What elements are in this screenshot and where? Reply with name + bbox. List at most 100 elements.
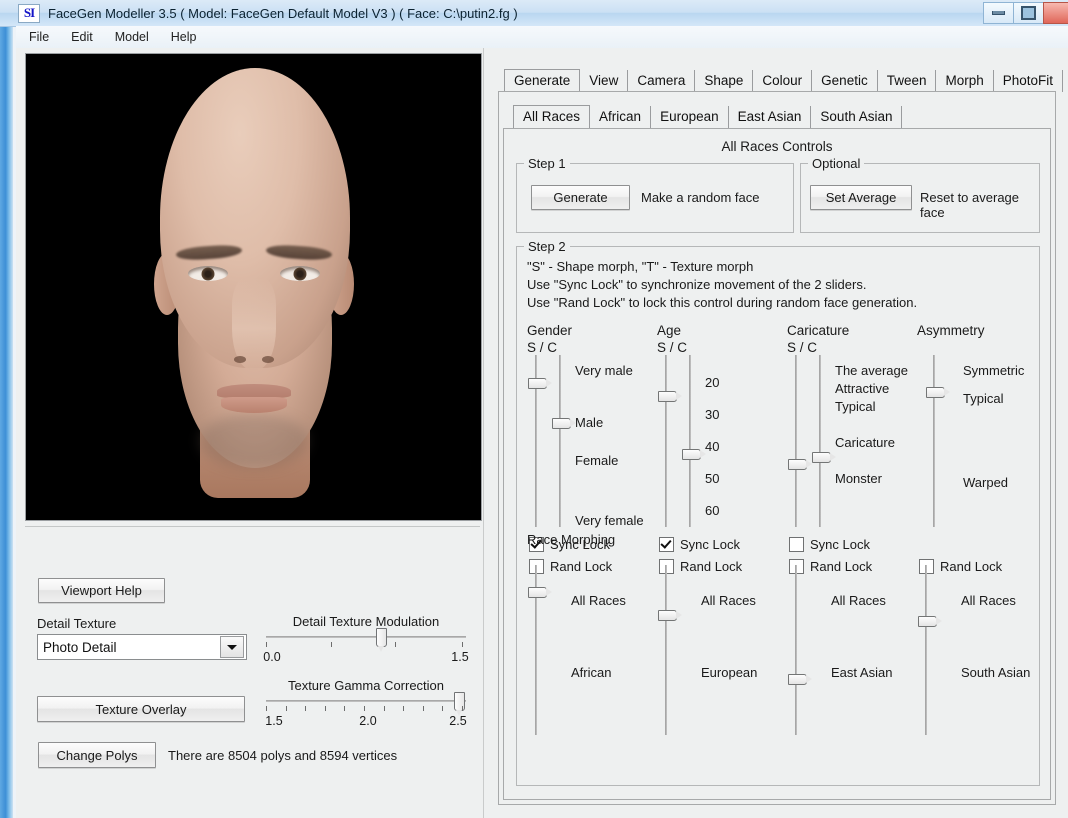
- race-tab-all-races[interactable]: All Races: [513, 105, 591, 128]
- detail-texture-label: Detail Texture: [37, 616, 117, 631]
- slider-race-south-asian[interactable]: [918, 565, 942, 735]
- slider-gender-colour[interactable]: [552, 355, 576, 527]
- app-logo-icon: SI: [18, 3, 40, 23]
- viewport-help-button[interactable]: Viewport Help: [38, 578, 165, 603]
- slider-scale-label-asymmetry-0: Symmetric: [963, 363, 1025, 378]
- detail-texture-modulation-track[interactable]: [266, 628, 466, 652]
- slider-age-shape[interactable]: [658, 355, 682, 527]
- slider-scale-label-caricature-0: The average: [835, 363, 908, 378]
- rand-lock-label: Rand Lock: [550, 559, 613, 574]
- polygon-count-info: There are 8504 polys and 8594 vertices: [168, 748, 398, 763]
- slider-track: [559, 355, 561, 527]
- main-tab-strip: Generate View Camera Shape Colour Genetic Twee…: [504, 68, 1064, 92]
- menu-bar: File Edit Model Help: [16, 26, 1068, 49]
- set-average-button[interactable]: Set Average: [810, 185, 912, 210]
- minimize-icon: [992, 11, 1005, 15]
- slider-track: [819, 355, 821, 527]
- tick-mark: [364, 706, 365, 711]
- tick-mark: [330, 642, 332, 647]
- slider-caricature-shape[interactable]: [788, 355, 812, 527]
- slider-race-south-asian-thumb[interactable]: [918, 616, 942, 628]
- left-panel: Viewport Help Detail Texture Photo Detai…: [16, 48, 484, 818]
- slider-asymmetry[interactable]: [926, 355, 950, 527]
- slider-scale-label-caricature-4: Monster: [835, 471, 882, 486]
- tab-shape[interactable]: Shape: [695, 70, 754, 92]
- slider-track: [665, 355, 667, 527]
- slider-age-colour[interactable]: [682, 355, 706, 527]
- morph-column-header-gender: Gender: [527, 323, 573, 338]
- slider-gender-shape-thumb[interactable]: [528, 377, 552, 389]
- slider-asymmetry-thumb[interactable]: [926, 387, 950, 399]
- tab-generate[interactable]: Generate: [504, 69, 581, 92]
- slider-caricature-colour[interactable]: [812, 355, 836, 527]
- morph-sc-label-caricature: S / C: [787, 340, 818, 355]
- minimize-button[interactable]: [983, 2, 1014, 24]
- sync-lock-checkbox-age[interactable]: Sync Lock: [659, 537, 740, 552]
- tab-colour[interactable]: Colour: [753, 70, 813, 92]
- change-polys-button[interactable]: Change Polys: [38, 742, 156, 768]
- slider-caricature-colour-thumb[interactable]: [812, 452, 836, 464]
- viewport-canvas[interactable]: [26, 54, 481, 520]
- tick-mark: [403, 706, 405, 711]
- slider-race-european[interactable]: [658, 565, 682, 735]
- slider-race-east-asian[interactable]: [788, 565, 812, 735]
- race-tab-south-asian[interactable]: South Asian: [811, 106, 903, 128]
- tab-photofit[interactable]: PhotoFit: [994, 70, 1064, 92]
- race-tab-european[interactable]: European: [651, 106, 729, 128]
- tick-mark: [266, 642, 267, 647]
- slider-scale-label-age-3: 50: [705, 471, 720, 486]
- slider-race-european-thumb[interactable]: [658, 609, 682, 621]
- slider-gender-shape[interactable]: [528, 355, 552, 527]
- step2-help-line-1: "S" - Shape morph, "T" - Texture morph: [527, 259, 754, 274]
- slider-scale-label-asymmetry-1: Typical: [963, 391, 1004, 406]
- tab-tween[interactable]: Tween: [878, 70, 937, 92]
- sync-lock-checkbox-caricature[interactable]: Sync Lock: [789, 537, 870, 552]
- step2-help-line-2: Use "Sync Lock" to synchronize movement …: [527, 277, 867, 292]
- morph-column-header-caricature: Caricature: [787, 323, 850, 338]
- race-slider-bottom-label-east-asian: East Asian: [831, 665, 893, 680]
- maximize-button[interactable]: [1013, 2, 1044, 24]
- menu-item-edit[interactable]: Edit: [62, 28, 102, 46]
- close-button[interactable]: [1043, 2, 1068, 24]
- texture-overlay-button[interactable]: Texture Overlay: [37, 696, 245, 722]
- window-frame-left-edge: [0, 0, 16, 818]
- menu-item-model[interactable]: Model: [106, 28, 158, 46]
- slider-age-shape-thumb[interactable]: [658, 390, 682, 402]
- slider-age-colour-thumb[interactable]: [682, 448, 706, 460]
- application-window: SI FaceGen Modeller 3.5 ( Model: FaceGen…: [0, 0, 1068, 818]
- nostril-left: [233, 356, 246, 363]
- right-panel: Generate View Camera Shape Colour Genetic Twee…: [484, 48, 1068, 818]
- tick-mark: [383, 706, 385, 711]
- tick-mark: [324, 706, 326, 711]
- chevron-down-icon[interactable]: [220, 636, 244, 658]
- race-tab-east-asian[interactable]: East Asian: [729, 106, 812, 128]
- sync-lock-label: Sync Lock: [810, 537, 870, 552]
- race-slider-top-label-european: All Races: [701, 593, 756, 608]
- tick-mark: [305, 706, 307, 711]
- slider-scale-label-gender-0: Very male: [575, 363, 633, 378]
- menu-item-file[interactable]: File: [20, 28, 58, 46]
- nostril-right: [261, 356, 274, 363]
- slider-race-african-thumb[interactable]: [528, 587, 552, 599]
- slider-race-east-asian-thumb[interactable]: [788, 673, 812, 685]
- menu-item-help[interactable]: Help: [162, 28, 206, 46]
- slider-race-african[interactable]: [528, 565, 552, 735]
- tab-morph[interactable]: Morph: [936, 70, 994, 92]
- 3d-viewport[interactable]: [25, 53, 482, 521]
- tab-genetic[interactable]: Genetic: [812, 70, 878, 92]
- slider-track: [933, 355, 935, 527]
- slider-scale-label-caricature-3: Caricature: [835, 435, 895, 450]
- slider-scale-label-age-4: 60: [705, 503, 720, 518]
- race-tab-african[interactable]: African: [590, 106, 652, 128]
- tab-view[interactable]: View: [580, 70, 629, 92]
- slider-caricature-shape-thumb[interactable]: [788, 458, 812, 470]
- detail-texture-dropdown[interactable]: Photo Detail: [37, 634, 247, 660]
- generate-button[interactable]: Generate: [531, 185, 630, 210]
- slider-gender-colour-thumb[interactable]: [552, 418, 576, 430]
- tab-camera[interactable]: Camera: [628, 70, 696, 92]
- rand-lock-label: Rand Lock: [680, 559, 743, 574]
- detail-texture-modulation-scale: 0.0 1.5: [263, 650, 468, 665]
- rand-lock-label: Rand Lock: [810, 559, 873, 574]
- texture-gamma-track[interactable]: [266, 692, 466, 716]
- generate-tab-pane: All Races African European East Asian South …: [498, 91, 1056, 805]
